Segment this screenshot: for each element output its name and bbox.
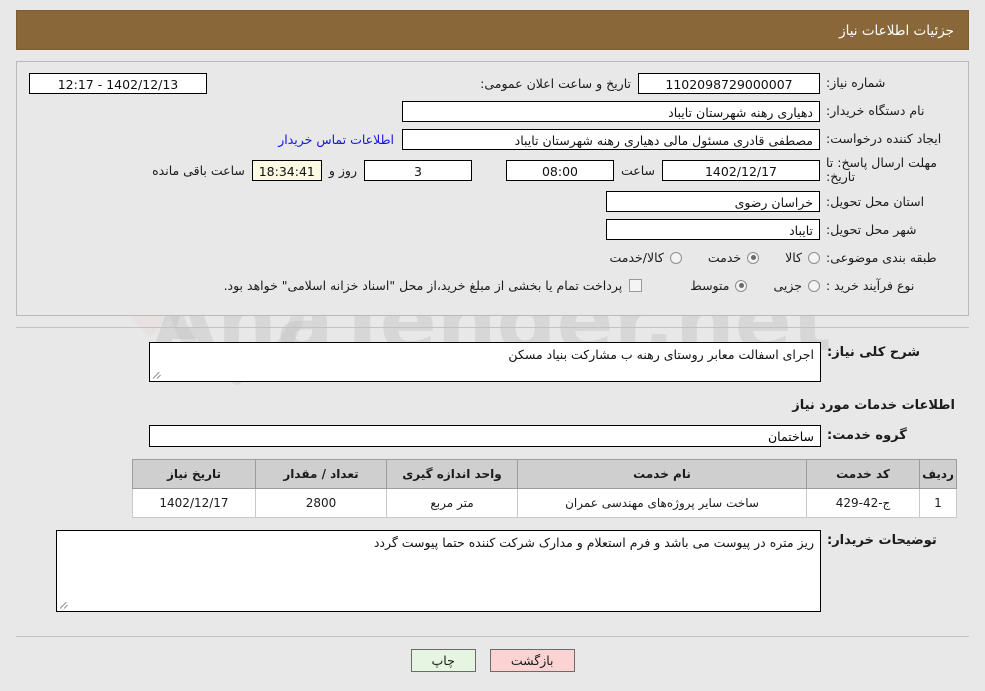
- cell-radif: 1: [919, 487, 957, 518]
- row-buyer-notes: توضیحات خریدار: ریز متره در پیوست می باش…: [28, 529, 957, 612]
- th-qty: تعداد / مقدار: [255, 458, 387, 489]
- description-textarea[interactable]: اجرای اسفالت معابر روستای رهنه ب مشارکت …: [149, 341, 821, 382]
- process-option-jozii[interactable]: جزیی: [773, 278, 820, 293]
- need-info-panel: شماره نیاز: 1102098729000007 تاریخ و ساع…: [16, 61, 969, 316]
- table-row: 1 ج-42-429 ساخت سایر پروژه‌های مهندسی عم…: [132, 487, 957, 518]
- row-description: شرح کلی نیاز: اجرای اسفالت معابر روستای …: [28, 341, 957, 382]
- row-buyer-org: نام دستگاه خریدار: دهیاری رهنه شهرستان ت…: [29, 100, 956, 122]
- category-option-kala[interactable]: کالا: [785, 250, 820, 265]
- row-category: طبقه بندی موضوعی: کالا خدمت کالا/خدمت: [29, 247, 956, 269]
- th-unit: واحد اندازه گیری: [386, 458, 518, 489]
- process-label: نوع فرآیند خرید :: [826, 277, 915, 293]
- row-creator: ایجاد کننده درخواست: مصطفی قادری مسئول م…: [29, 128, 956, 150]
- city-label: شهر محل تحویل:: [826, 221, 917, 237]
- buyer-contact-link[interactable]: اطلاعات تماس خریدار: [270, 132, 402, 147]
- category-option-kala-khedmat[interactable]: کالا/خدمت: [609, 250, 682, 266]
- row-need-number: شماره نیاز: 1102098729000007 تاریخ و ساع…: [29, 72, 956, 94]
- category-option-kala-label: کالا: [785, 250, 802, 266]
- services-section-heading: اطلاعات خدمات مورد نیاز: [792, 397, 955, 413]
- service-group-value[interactable]: ساختمان: [149, 424, 821, 447]
- category-radio-group: کالا خدمت کالا/خدمت: [583, 250, 820, 265]
- creator-label: ایجاد کننده درخواست:: [826, 131, 942, 147]
- radio-icon-jozii[interactable]: [808, 279, 820, 292]
- row-service-group: گروه خدمت: ساختمان: [28, 424, 957, 447]
- deadline-time-value: 08:00: [505, 159, 614, 181]
- resize-grip-icon[interactable]: [152, 370, 162, 379]
- province-value: خراسان رضوی: [606, 191, 820, 213]
- need-number-value: 1102098729000007: [638, 72, 820, 94]
- footer-actions: بازگشت چاپ: [16, 635, 969, 672]
- category-option-kala-khedmat-label: کالا/خدمت: [609, 250, 664, 266]
- th-code: کد خدمت: [806, 458, 920, 489]
- cell-qty: 2800: [255, 487, 387, 518]
- category-label: طبقه بندی موضوعی:: [826, 249, 937, 265]
- payment-note-checkbox-item[interactable]: پرداخت تمام یا بخشی از مبلغ خرید،از محل …: [224, 278, 643, 293]
- back-button[interactable]: بازگشت: [489, 648, 575, 672]
- row-deadline: مهلت ارسال پاسخ: تا تاریخ: 1402/12/17 سا…: [29, 155, 956, 185]
- need-number-label: شماره نیاز:: [826, 75, 886, 91]
- buyer-notes-label: توضیحات خریدار:: [827, 532, 937, 548]
- creator-value: مصطفی قادری مسئول مالی دهیاری رهنه شهرست…: [402, 128, 820, 150]
- deadline-date-value: 1402/12/17: [662, 159, 820, 181]
- page-title: جزئیات اطلاعات نیاز: [839, 23, 954, 39]
- city-value: تایباد: [606, 219, 820, 241]
- services-panel: شرح کلی نیاز: اجرای اسفالت معابر روستای …: [16, 326, 969, 624]
- th-name: نام خدمت: [517, 458, 807, 489]
- page-title-bar: جزئیات اطلاعات نیاز: [16, 10, 969, 50]
- days-label: روز و: [328, 162, 357, 178]
- cell-unit: متر مربع: [386, 487, 518, 518]
- th-date: تاریخ نیاز: [132, 458, 256, 489]
- hour-label: ساعت: [620, 162, 655, 178]
- public-announce-value: 1402/12/13 - 12:17: [29, 72, 207, 94]
- th-radif: ردیف: [919, 458, 957, 489]
- countdown-value: 18:34:41: [251, 159, 322, 181]
- cell-date: 1402/12/17: [132, 487, 256, 518]
- process-option-motevaset-label: متوسط: [690, 278, 730, 294]
- payment-note-text: پرداخت تمام یا بخشی از مبلغ خرید،از محل …: [223, 278, 623, 294]
- category-option-khedmat-label: خدمت: [707, 250, 742, 266]
- buyer-notes-textarea[interactable]: ریز متره در پیوست می باشد و فرم استعلام …: [56, 529, 821, 612]
- deadline-label: مهلت ارسال پاسخ: تا تاریخ:: [826, 155, 937, 185]
- province-label: استان محل تحویل:: [826, 193, 925, 209]
- services-table: ردیف کد خدمت نام خدمت واحد اندازه گیری ت…: [132, 458, 957, 518]
- buyer-org-label: نام دستگاه خریدار:: [826, 103, 925, 119]
- process-radio-group: جزیی متوسط پرداخت تمام یا بخشی از مبلغ خ…: [198, 278, 820, 293]
- public-announce-label: تاریخ و ساعت اعلان عمومی:: [480, 75, 631, 91]
- row-process-type: نوع فرآیند خرید : جزیی متوسط پرداخت تمام…: [29, 275, 956, 297]
- row-city: شهر محل تحویل: تایباد: [29, 219, 956, 241]
- checkbox-icon-payment-note[interactable]: [629, 279, 643, 293]
- row-province: استان محل تحویل: خراسان رضوی: [29, 191, 956, 213]
- table-header-row: ردیف کد خدمت نام خدمت واحد اندازه گیری ت…: [132, 458, 957, 489]
- buyer-org-value: دهیاری رهنه شهرستان تایباد: [402, 100, 820, 122]
- print-button[interactable]: چاپ: [410, 648, 476, 672]
- category-option-khedmat[interactable]: خدمت: [707, 250, 760, 266]
- service-group-label: گروه خدمت:: [827, 428, 907, 444]
- cell-code: ج-42-429: [806, 487, 920, 518]
- description-label: شرح کلی نیاز:: [827, 344, 921, 360]
- resize-grip-icon-notes[interactable]: [59, 600, 69, 609]
- radio-icon-khedmat[interactable]: [747, 251, 760, 264]
- cell-name: ساخت سایر پروژه‌های مهندسی عمران: [517, 487, 807, 518]
- countdown-label: ساعت باقی مانده: [152, 162, 245, 178]
- process-option-jozii-label: جزیی: [773, 278, 802, 294]
- process-option-motevaset[interactable]: متوسط: [690, 278, 748, 294]
- radio-icon-motevaset[interactable]: [735, 279, 748, 292]
- remaining-days-value: 3: [363, 159, 472, 181]
- radio-icon-kala[interactable]: [808, 251, 820, 264]
- radio-icon-kala-khedmat[interactable]: [669, 251, 682, 264]
